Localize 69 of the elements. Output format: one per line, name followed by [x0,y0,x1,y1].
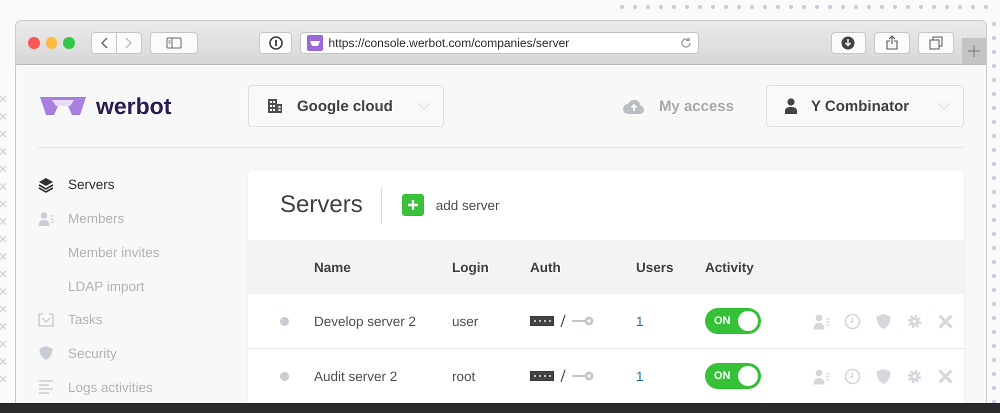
inbox-check-icon [38,312,54,328]
clock-icon[interactable] [844,368,861,384]
chevron-right-icon [125,36,134,48]
clock-icon[interactable] [844,312,861,330]
share-button[interactable] [874,32,910,54]
company-dropdown[interactable]: Google cloud [248,85,444,127]
column-header: Login [452,260,489,274]
sidebar-toggle-button[interactable] [150,32,198,54]
minimize-icon[interactable] [46,36,58,48]
tabs-icon [928,36,943,50]
sidebar-icon [166,36,182,48]
status-dot [280,372,288,380]
chevron-down-icon [937,102,951,110]
page-title: Servers [280,187,382,223]
reload-icon[interactable] [680,36,692,48]
key-icon [572,316,594,326]
column-header: Name [314,260,351,274]
shield-icon[interactable] [875,312,892,330]
close-icon[interactable] [28,36,40,48]
logo-icon [38,94,88,118]
layers-icon [38,176,54,193]
users-link[interactable]: 1 [636,368,644,384]
add-server-button[interactable]: add server [402,194,500,216]
list-lines-icon [38,379,54,396]
table-row[interactable]: Develop server 2 user 1 ON [248,294,964,349]
status-dot [280,316,288,326]
column-header: Users [636,260,674,274]
account-dropdown[interactable]: Y Combinator [766,85,964,127]
building-icon [267,98,283,114]
logo-text: werbot [96,92,172,120]
users-link[interactable]: 1 [636,314,644,328]
plus-icon [402,194,424,216]
server-name: Audit server 2 [314,368,398,384]
download-button[interactable] [830,32,866,54]
member-list-icon [38,210,54,227]
shield-icon[interactable] [875,368,892,384]
settings-icon[interactable] [906,368,923,384]
download-icon [841,36,856,50]
login-cell: user [452,314,478,328]
share-icon [886,35,898,50]
cloud-upload-icon [622,98,645,114]
info-icon [268,36,283,50]
chevron-left-icon [100,36,108,48]
info-button[interactable] [259,32,292,54]
sidebar-item[interactable]: Servers [38,168,248,202]
key-icon [572,371,594,381]
column-header: Activity [705,260,754,274]
chevron-down-icon [417,102,431,110]
address-field[interactable]: https://console.werbot.com/companies/server [300,32,699,54]
column-header: Auth [530,260,561,274]
settings-icon[interactable] [906,312,923,330]
slash-icon [560,314,566,328]
password-icon [530,371,554,381]
shield-icon [38,345,54,362]
login-cell: root [452,368,476,384]
server-name: Develop server 2 [314,314,416,328]
slash-icon [560,369,566,383]
back-button[interactable] [91,32,118,54]
member-list-icon[interactable] [813,312,830,330]
plus-icon [968,45,980,57]
new-tab-button[interactable] [962,38,986,64]
maximize-icon[interactable] [63,36,76,48]
member-list-icon[interactable] [813,368,830,384]
user-icon [785,98,797,114]
site-icon [307,34,324,50]
delete-icon[interactable] [937,368,954,384]
delete-icon[interactable] [937,312,954,330]
tabs-button[interactable] [918,32,954,54]
password-icon [530,316,554,326]
